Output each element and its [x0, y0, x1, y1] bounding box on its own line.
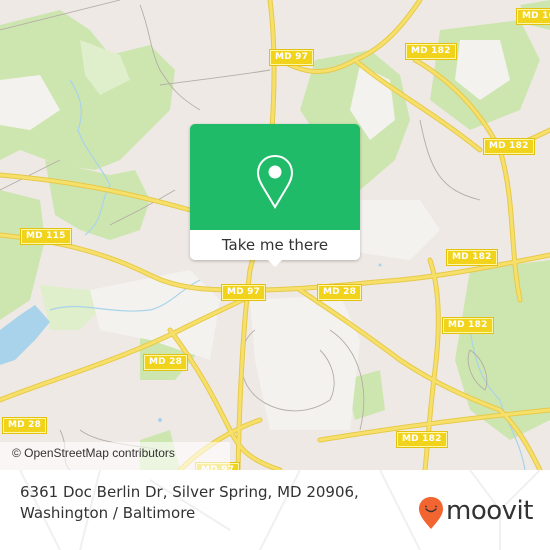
md182-south-label: MD 182 [396, 431, 448, 448]
md182-north-label: MD 182 [405, 43, 457, 60]
md182-right-label: MD 182 [442, 317, 494, 334]
popup-header [190, 124, 360, 230]
md182-east-label: MD 182 [483, 138, 535, 155]
map-pin-icon [256, 154, 294, 209]
address-line-1: 6361 Doc Berlin Dr, Silver Spring, MD 20… [20, 483, 359, 501]
moovit-smile-pin-icon [419, 497, 443, 529]
take-me-there-button[interactable]: Take me there [190, 230, 360, 260]
address-text: 6361 Doc Berlin Dr, Silver Spring, MD 20… [20, 482, 380, 524]
md28-center-label: MD 28 [316, 284, 363, 301]
moovit-logo[interactable]: moovit [418, 496, 550, 534]
popup-pointer [267, 259, 283, 267]
map-view[interactable]: MD 97 MD 182 MD 16 MD 182 MD 115 MD 182 … [0, 0, 550, 470]
md28-far-west-label: MD 28 [1, 417, 48, 434]
address-line-2: Washington / Baltimore [20, 504, 196, 522]
md97-center-label: MD 97 [220, 284, 267, 301]
md28-west-label: MD 28 [142, 354, 189, 371]
footer: 6361 Doc Berlin Dr, Silver Spring, MD 20… [0, 470, 550, 550]
moovit-wordmark: moovit [446, 496, 533, 526]
md97-north-label: MD 97 [268, 49, 315, 66]
md115-label: MD 115 [20, 228, 72, 245]
location-popup: Take me there [190, 124, 360, 267]
md182-mid-label: MD 182 [446, 249, 498, 266]
md16-label: MD 16 [515, 8, 550, 25]
map-attribution[interactable]: © OpenStreetMap contributors [0, 442, 230, 470]
